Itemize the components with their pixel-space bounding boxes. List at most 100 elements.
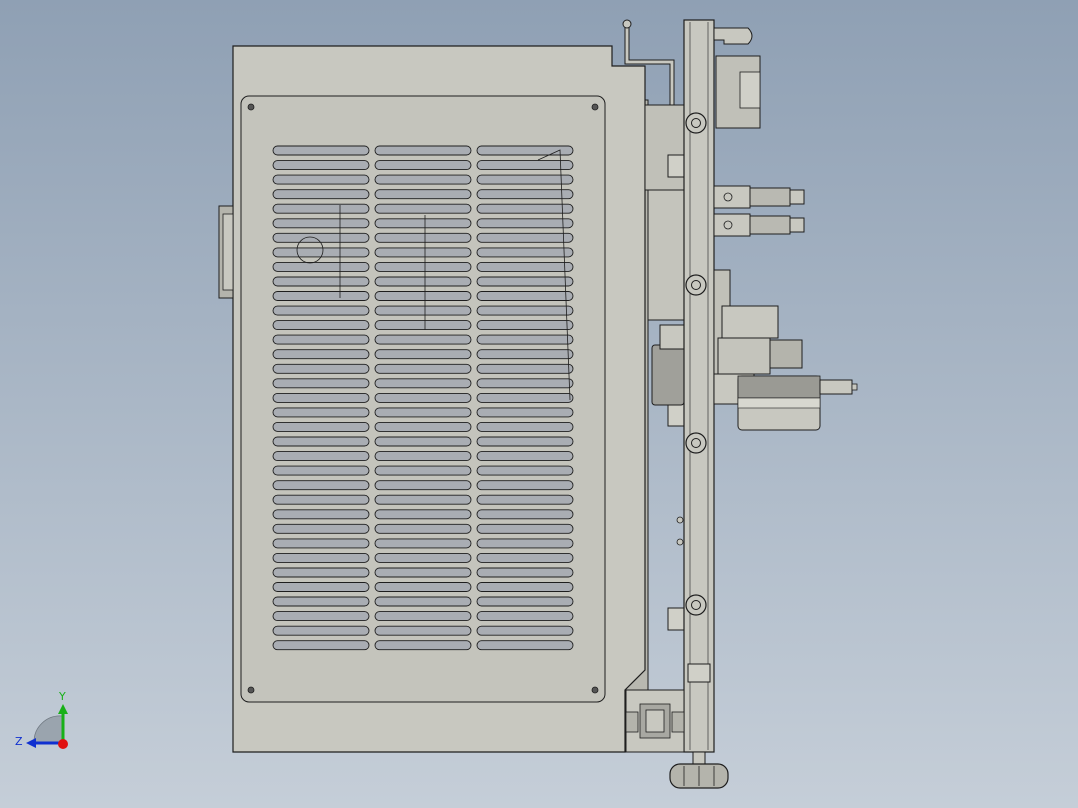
vent-slot [272,291,370,301]
vent-slot [476,203,574,214]
vent-slot [476,538,574,549]
vent-slot [374,480,472,491]
vent-slot [272,378,370,389]
vent-slot [272,145,370,156]
vent-slot [476,160,574,171]
vent-slot [272,247,370,258]
vent-slot [272,436,370,447]
vent-slot [374,421,472,432]
vent-slot [374,291,472,301]
vent-slot [374,523,472,534]
vent-slot [374,349,472,360]
side-latch-inner [222,213,234,291]
mount-clip [667,154,685,178]
vent-slot [476,363,574,374]
vent-slot [272,232,370,243]
vent-slot [272,261,370,272]
vent-slot [374,363,472,374]
vent-slot [272,567,370,578]
rail-pivot-bore [691,118,701,128]
vent-slot [272,465,370,476]
vent-slot [476,334,574,345]
vent-slot [272,640,370,651]
vent-slot [272,189,370,200]
vent-slot [374,145,472,156]
vent-slot [374,451,472,462]
vent-slot [272,174,370,185]
crank-knob [622,19,632,29]
vent-slot [374,378,472,389]
vent-slot [374,392,472,403]
rotary-cylinder-hub [659,324,685,350]
vent-slot [272,203,370,214]
rotary-cylinder [651,344,685,406]
mount-clip [667,607,685,631]
vent-slot [374,305,472,316]
vent-slot [272,451,370,462]
vent-slot [476,625,574,636]
triad-y-arrowhead [58,704,68,714]
vent-slot [374,494,472,505]
triad-z-arrowhead [26,738,36,748]
rail-pivot-bore [691,438,701,448]
vent-slot [272,538,370,549]
vent-slot [272,625,370,636]
machine-model-side-view [218,19,858,789]
vent-slot [476,261,574,272]
panel-screw [247,686,255,694]
pneumatic-fitting [713,213,805,237]
vent-slot [374,582,472,592]
vent-slot [272,523,370,534]
vent-slot [476,320,574,331]
vent-slot [374,203,472,214]
valve-block [717,337,771,375]
vent-slot [374,320,472,331]
vent-slot [374,247,472,258]
vent-slot [272,305,370,316]
vent-slot [476,291,574,301]
vent-slot [374,232,472,243]
round-motor-drum [737,375,858,431]
vent-slot [272,218,370,229]
vent-slot [476,465,574,476]
vent-slot [374,261,472,272]
vent-slot [272,509,370,520]
vent-slot [374,436,472,447]
vent-slot [272,611,370,622]
vent-slot [476,392,574,403]
vent-slot [476,189,574,200]
vent-slot [272,334,370,345]
cad-viewport[interactable]: Y Z [0,0,1078,808]
vent-slot [476,582,574,592]
vent-slot [476,232,574,243]
vent-slot [476,247,574,258]
vent-slot [272,276,370,287]
pneumatic-fitting [713,185,805,209]
vent-slot [272,494,370,505]
rail-pivot-bore [691,280,701,290]
vent-slot [272,582,370,592]
vent-slot [374,174,472,185]
vent-slot [476,523,574,534]
triad-arc [33,715,63,743]
mount-clip [667,403,685,427]
vent-slot [476,567,574,578]
vent-slot [374,218,472,229]
rail-pivot-bore [691,600,701,610]
vent-slot-grid [272,145,574,651]
panel-screw [591,103,599,111]
vent-slot [476,436,574,447]
vent-slot [476,451,574,462]
vent-slot [476,494,574,505]
vent-slot [476,349,574,360]
panel-screw [247,103,255,111]
vent-slot [272,407,370,418]
triad-label-z: Z [15,735,23,748]
vent-slot [272,596,370,607]
valve-block [721,305,779,339]
vent-slot [476,552,574,563]
vent-slot [272,552,370,563]
vent-slot [374,596,472,607]
vent-slot [476,509,574,520]
vent-slot [476,218,574,229]
